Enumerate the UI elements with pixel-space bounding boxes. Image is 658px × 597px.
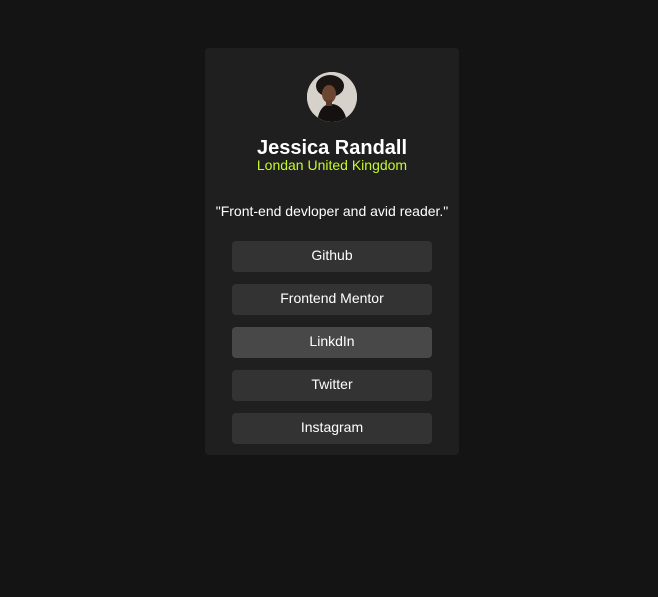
profile-card: Jessica Randall Londan United Kingdom "F… bbox=[205, 48, 459, 455]
linkedin-link-button[interactable]: LinkdIn bbox=[232, 327, 432, 358]
profile-location: Londan United Kingdom bbox=[256, 157, 408, 173]
github-link-button[interactable]: Github bbox=[232, 241, 432, 272]
twitter-link-button[interactable]: Twitter bbox=[232, 370, 432, 401]
social-links-list: Github Frontend Mentor LinkdIn Twitter I… bbox=[232, 241, 432, 456]
instagram-link-button[interactable]: Instagram bbox=[232, 413, 432, 444]
avatar bbox=[307, 72, 357, 122]
profile-bio: "Front-end devloper and avid reader." bbox=[215, 203, 449, 219]
frontend-mentor-link-button[interactable]: Frontend Mentor bbox=[232, 284, 432, 315]
person-avatar-icon bbox=[307, 72, 357, 122]
